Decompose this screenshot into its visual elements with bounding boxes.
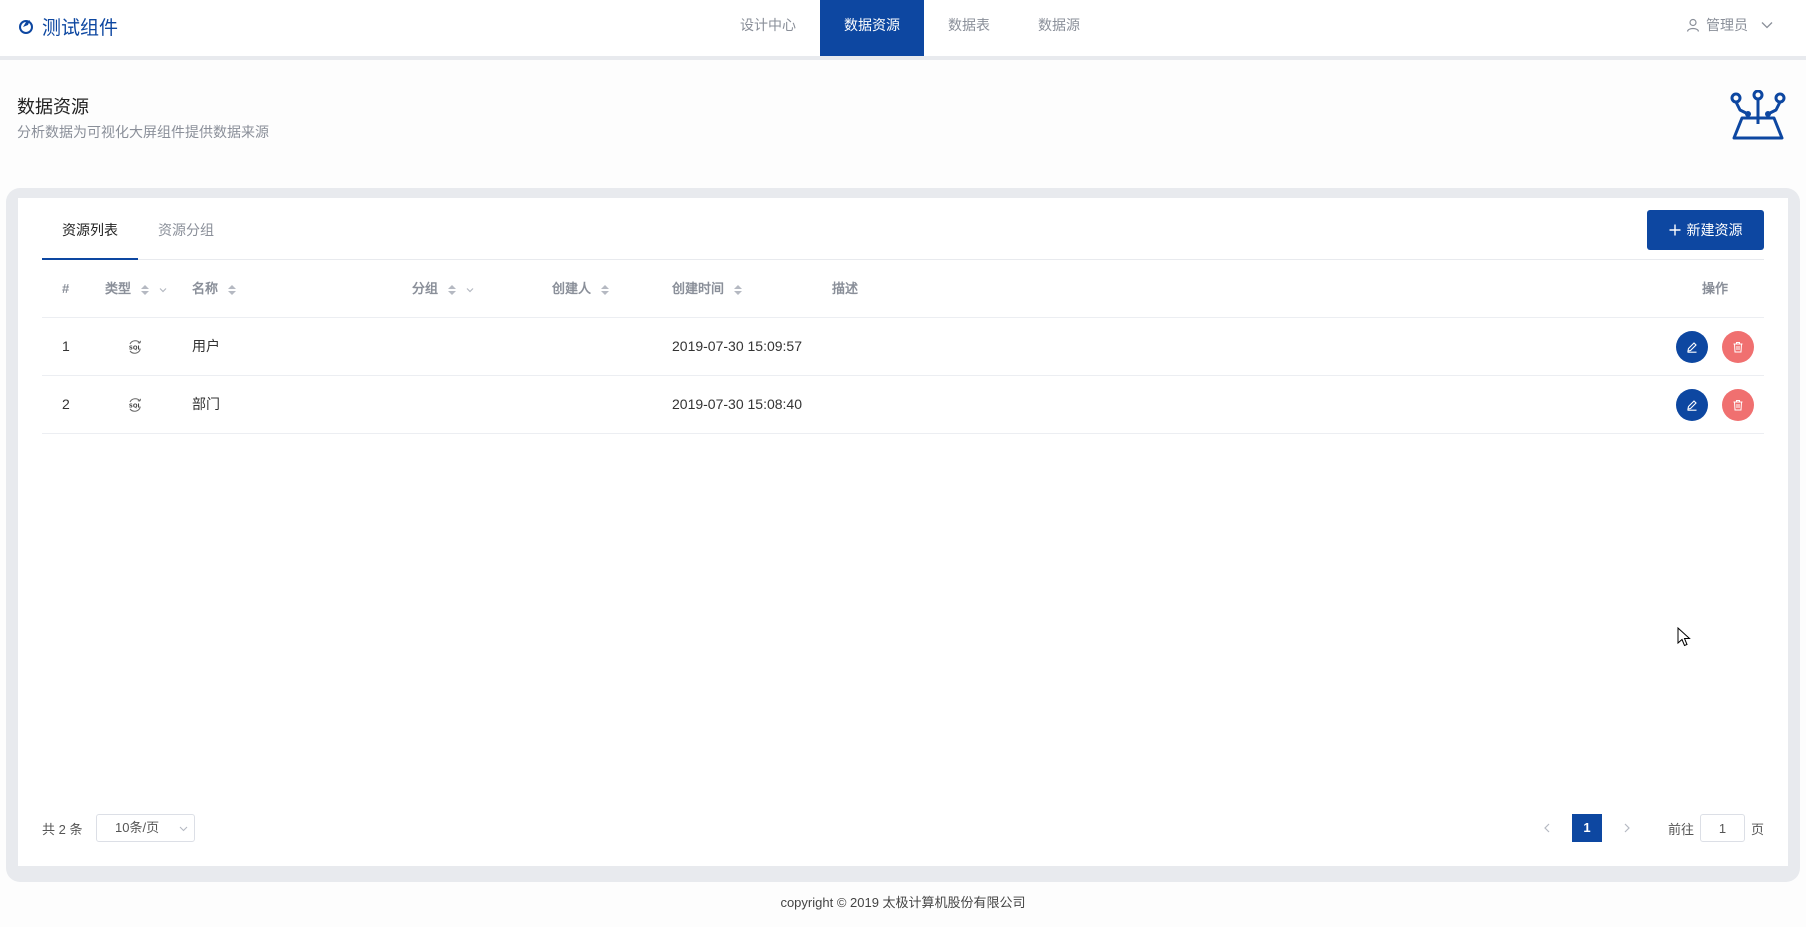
chevron-down-icon — [179, 826, 188, 832]
chevron-down-icon — [1761, 22, 1773, 29]
table-row: 1 SQL 用户 2019-07-30 15:09:57 — [42, 318, 1764, 376]
pagination: 1 前往 页 — [1532, 814, 1764, 842]
row-actions — [1676, 331, 1754, 363]
row-created-time: 2019-07-30 15:09:57 — [672, 338, 802, 354]
page-number[interactable]: 1 — [1571, 814, 1602, 842]
goto-page-input[interactable] — [1699, 814, 1745, 842]
mouse-cursor-icon — [1677, 627, 1691, 647]
col-header-actions: 操作 — [1701, 281, 1728, 296]
sql-icon: SQL — [129, 398, 142, 413]
app-brand[interactable]: 测试组件 — [18, 13, 118, 39]
chevron-left-icon — [1544, 823, 1550, 833]
col-header-type-label: 类型 — [105, 281, 132, 296]
svg-text:SQL: SQL — [129, 404, 142, 410]
copyright-footer: copyright © 2019 太极计算机股份有限公司 — [780, 895, 1026, 910]
sort-icon[interactable] — [227, 283, 237, 297]
total-count: 共 2 条 — [42, 822, 83, 837]
edit-icon — [1687, 342, 1697, 353]
sort-icon[interactable] — [447, 283, 457, 297]
resource-card: 资源列表 资源分组 新建资源 # 类型 名称 分组 创建人 创建时间 描述 操作… — [18, 198, 1788, 866]
top-navbar: 测试组件 设计中心 数据资源 数据表 数据源 管理员 — [0, 0, 1806, 60]
nav-tab-data-resources[interactable]: 数据资源 — [820, 0, 924, 56]
row-type: SQL — [126, 376, 144, 433]
next-page-button[interactable] — [1612, 814, 1642, 842]
row-created-time: 2019-07-30 15:08:40 — [672, 396, 802, 412]
col-header-name-label: 名称 — [192, 281, 219, 296]
col-header-group-label: 分组 — [412, 281, 439, 296]
new-resource-label: 新建资源 — [1686, 222, 1743, 238]
page-title: 数据资源 — [17, 97, 89, 117]
data-network-illustration-icon — [1730, 90, 1786, 140]
resource-table: # 类型 名称 分组 创建人 创建时间 描述 操作 1 SQL 用户 2019-… — [42, 260, 1764, 434]
nav-tab-design-center[interactable]: 设计中心 — [716, 0, 820, 56]
edit-icon — [1687, 400, 1697, 411]
col-header-created-time-label: 创建时间 — [672, 281, 725, 296]
trash-icon — [1733, 400, 1743, 411]
user-icon — [1686, 18, 1700, 32]
col-header-index: # — [62, 281, 70, 296]
row-index: 2 — [62, 396, 70, 412]
chevron-right-icon — [1624, 823, 1630, 833]
filter-chevron-icon[interactable] — [466, 286, 474, 294]
prev-page-button[interactable] — [1532, 814, 1562, 842]
sql-icon: SQL — [129, 340, 142, 355]
trash-icon — [1733, 342, 1743, 353]
page-size-select[interactable]: 10条/页 — [96, 814, 195, 842]
nav-tab-data-sources[interactable]: 数据源 — [1014, 0, 1104, 56]
filter-chevron-icon[interactable] — [159, 286, 167, 294]
row-name: 部门 — [192, 396, 220, 412]
page-size-value: 10条/页 — [115, 820, 160, 835]
app-logo-icon — [19, 20, 33, 34]
col-header-created-time[interactable]: 创建时间 — [672, 260, 743, 317]
sort-icon[interactable] — [733, 283, 743, 297]
col-header-description: 描述 — [832, 281, 859, 296]
sort-icon[interactable] — [140, 283, 150, 297]
new-resource-button[interactable]: 新建资源 — [1647, 210, 1764, 250]
col-header-creator-label: 创建人 — [552, 281, 592, 296]
row-actions — [1676, 389, 1754, 421]
goto-label: 前往 — [1667, 821, 1694, 837]
delete-button[interactable] — [1722, 331, 1754, 363]
row-name: 用户 — [192, 338, 220, 354]
col-header-creator[interactable]: 创建人 — [552, 260, 610, 317]
resource-tabs: 资源列表 资源分组 — [42, 198, 1764, 260]
edit-button[interactable] — [1676, 331, 1708, 363]
nav-tab-data-tables[interactable]: 数据表 — [924, 0, 1014, 56]
tab-resource-list[interactable]: 资源列表 — [42, 220, 138, 260]
col-header-name[interactable]: 名称 — [192, 260, 237, 317]
user-name: 管理员 — [1706, 17, 1748, 33]
app-title: 测试组件 — [42, 17, 119, 39]
plus-icon — [1669, 224, 1680, 236]
svg-text:SQL: SQL — [129, 346, 142, 352]
sort-icon[interactable] — [600, 283, 610, 297]
tab-resource-groups[interactable]: 资源分组 — [138, 220, 234, 260]
col-header-type[interactable]: 类型 — [105, 260, 167, 317]
delete-button[interactable] — [1722, 389, 1754, 421]
table-header: # 类型 名称 分组 创建人 创建时间 描述 操作 — [42, 260, 1764, 318]
page-subtitle: 分析数据为可视化大屏组件提供数据来源 — [17, 124, 269, 140]
col-header-group[interactable]: 分组 — [412, 260, 474, 317]
page-unit-label: 页 — [1750, 821, 1764, 837]
row-type: SQL — [126, 318, 144, 375]
main-nav: 设计中心 数据资源 数据表 数据源 — [716, 0, 1104, 56]
edit-button[interactable] — [1676, 389, 1708, 421]
user-menu[interactable]: 管理员 — [1686, 14, 1774, 36]
table-row: 2 SQL 部门 2019-07-30 15:08:40 — [42, 376, 1764, 434]
row-index: 1 — [62, 338, 70, 354]
